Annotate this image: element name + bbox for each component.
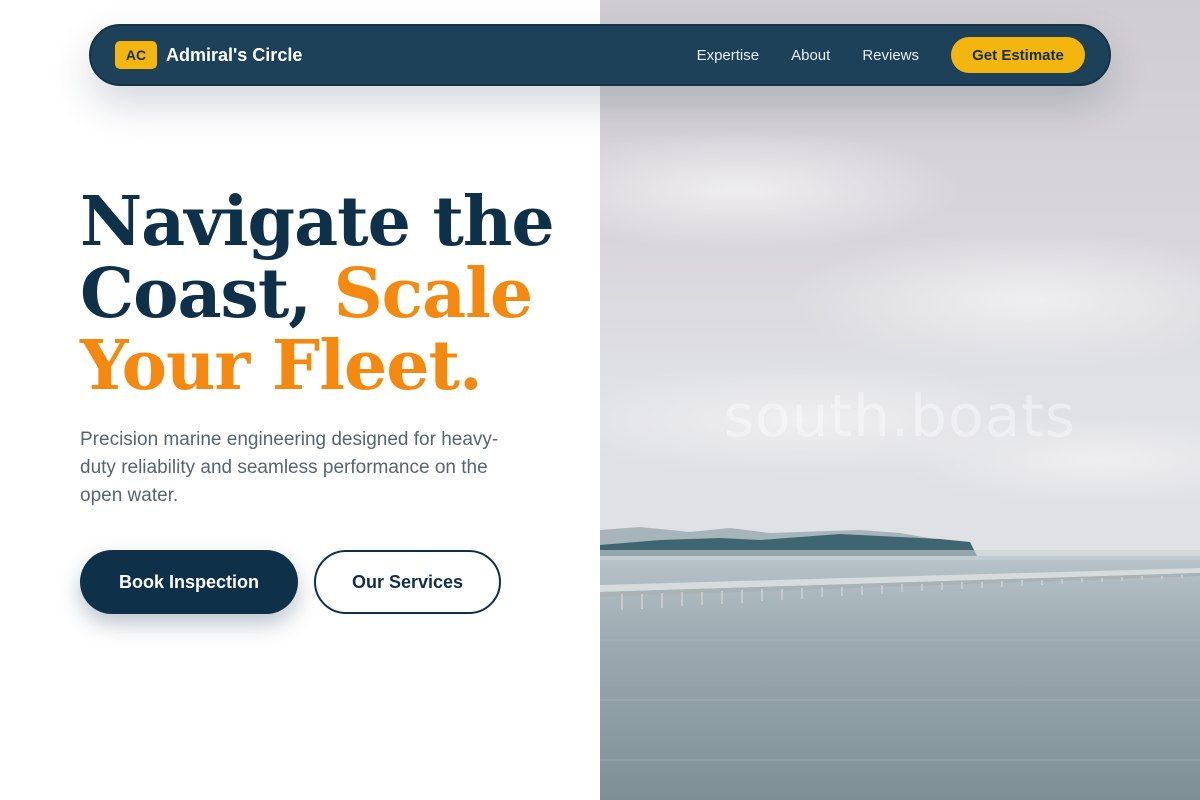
nav-link-reviews[interactable]: Reviews bbox=[862, 47, 919, 64]
nav-links: Expertise About Reviews Get Estimate bbox=[697, 37, 1085, 73]
hero-title-line-2: Coast, bbox=[80, 254, 334, 334]
brand-badge: AC bbox=[115, 41, 157, 69]
nav-link-expertise[interactable]: Expertise bbox=[697, 47, 760, 64]
hero-photo: south.boats bbox=[600, 0, 1200, 800]
brand-name: Admiral's Circle bbox=[166, 44, 303, 65]
get-estimate-button[interactable]: Get Estimate bbox=[951, 37, 1085, 73]
page: south.boats AC Admiral's Circle Expertis… bbox=[0, 0, 1200, 800]
nav-link-about[interactable]: About bbox=[791, 47, 830, 64]
hero-title-accent-1: Scale bbox=[333, 254, 534, 334]
hero-title-accent-2: Your Fleet. bbox=[80, 326, 483, 406]
photo-watermark: south.boats bbox=[723, 382, 1077, 450]
hero-description: Precision marine engineering designed fo… bbox=[80, 429, 499, 506]
hero-title-line-1: Navigate the bbox=[80, 182, 555, 262]
our-services-button[interactable]: Our Services bbox=[314, 550, 501, 614]
book-inspection-button[interactable]: Book Inspection bbox=[80, 550, 298, 614]
navbar: AC Admiral's Circle Expertise About Revi… bbox=[89, 24, 1111, 86]
brand-logo[interactable]: AC Admiral's Circle bbox=[115, 41, 302, 69]
hero-title: Navigate the Coast, Scale Your Fleet. bbox=[80, 186, 600, 402]
